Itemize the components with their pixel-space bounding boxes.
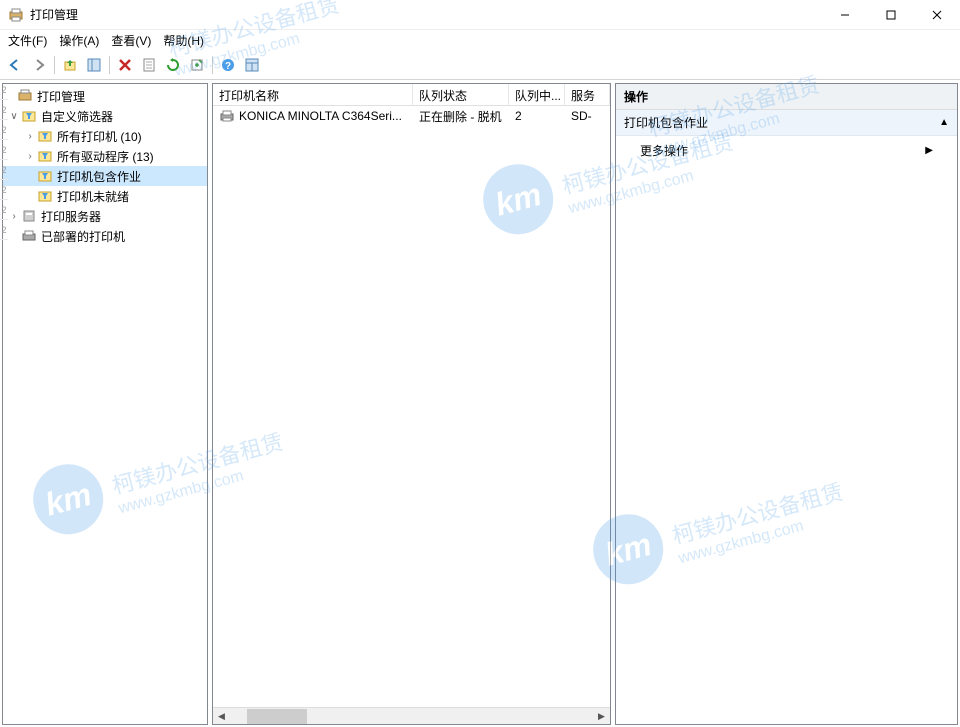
- cell-server: SD-: [565, 107, 610, 125]
- tree-deployed-printers[interactable]: › 已部署的打印机: [3, 226, 207, 246]
- list-header: 打印机名称 队列状态 队列中... 服务: [213, 84, 610, 106]
- delete-button[interactable]: [114, 54, 136, 76]
- help-button[interactable]: ?: [217, 54, 239, 76]
- printer-icon: [21, 228, 37, 244]
- actions-group[interactable]: 打印机包含作业 ▲: [616, 110, 957, 136]
- menu-view[interactable]: 查看(V): [111, 32, 151, 49]
- list-pane: 打印机名称 队列状态 队列中... 服务 KONICA MINOLTA C364…: [212, 83, 611, 725]
- col-queue-count[interactable]: 队列中...: [509, 84, 565, 105]
- back-button[interactable]: [4, 54, 26, 76]
- cell-status: 正在删除 - 脱机: [413, 106, 509, 127]
- scroll-thumb[interactable]: [247, 709, 307, 724]
- printer-mgmt-icon: [8, 7, 24, 23]
- filter-icon: [37, 148, 53, 164]
- svg-text:?: ?: [225, 61, 231, 72]
- export-list-button[interactable]: [186, 54, 208, 76]
- properties-button[interactable]: [138, 54, 160, 76]
- menu-file[interactable]: 文件(F): [8, 32, 47, 49]
- tree-print-servers[interactable]: › 打印服务器: [3, 206, 207, 226]
- printer-icon: [219, 108, 235, 124]
- scroll-right-icon[interactable]: ▶: [593, 708, 610, 725]
- view-options-button[interactable]: [241, 54, 263, 76]
- printer-mgmt-icon: [17, 88, 33, 104]
- forward-button[interactable]: [28, 54, 50, 76]
- titlebar: 打印管理: [0, 0, 960, 30]
- chevron-right-icon: ▶: [925, 145, 933, 156]
- tree-printers-not-ready[interactable]: › 打印机未就绪: [3, 186, 207, 206]
- col-server[interactable]: 服务: [565, 84, 610, 105]
- actions-pane: 操作 打印机包含作业 ▲ 更多操作 ▶: [615, 83, 958, 725]
- toolbar: ?: [0, 50, 960, 80]
- window-title: 打印管理: [30, 6, 822, 23]
- close-button[interactable]: [914, 0, 960, 30]
- actions-more[interactable]: 更多操作 ▶: [616, 136, 957, 165]
- cell-count: 2: [509, 107, 565, 125]
- col-queue-status[interactable]: 队列状态: [413, 84, 509, 105]
- menu-action[interactable]: 操作(A): [59, 32, 99, 49]
- minimize-button[interactable]: [822, 0, 868, 30]
- refresh-button[interactable]: [162, 54, 184, 76]
- collapse-icon[interactable]: ▲: [939, 117, 949, 128]
- filter-icon: [37, 188, 53, 204]
- horizontal-scrollbar[interactable]: ◀ ▶: [213, 707, 610, 724]
- actions-header: 操作: [616, 84, 957, 110]
- filter-icon: [37, 168, 53, 184]
- tree-printers-with-jobs[interactable]: › 打印机包含作业: [3, 166, 207, 186]
- tree-custom-filters[interactable]: ∨ 自定义筛选器: [3, 106, 207, 126]
- col-printer-name[interactable]: 打印机名称: [213, 84, 413, 105]
- ruler-strip: 22222222: [0, 80, 8, 727]
- filter-icon: [37, 128, 53, 144]
- show-hide-tree-button[interactable]: [83, 54, 105, 76]
- scroll-left-icon[interactable]: ◀: [213, 708, 230, 725]
- menubar: 文件(F) 操作(A) 查看(V) 帮助(H): [0, 30, 960, 50]
- tree-root[interactable]: ▸ 打印管理: [3, 86, 207, 106]
- maximize-button[interactable]: [868, 0, 914, 30]
- list-row[interactable]: KONICA MINOLTA C364Seri... 正在删除 - 脱机 2 S…: [213, 106, 610, 126]
- server-icon: [21, 208, 37, 224]
- tree-all-printers[interactable]: › 所有打印机 (10): [3, 126, 207, 146]
- tree-all-drivers[interactable]: › 所有驱动程序 (13): [3, 146, 207, 166]
- menu-help[interactable]: 帮助(H): [163, 32, 204, 49]
- tree-pane[interactable]: ▸ 打印管理 ∨ 自定义筛选器 › 所有打印机 (10) › 所有驱动程序 (: [2, 83, 208, 725]
- list-body[interactable]: KONICA MINOLTA C364Seri... 正在删除 - 脱机 2 S…: [213, 106, 610, 707]
- up-button[interactable]: [59, 54, 81, 76]
- cell-name: KONICA MINOLTA C364Seri...: [239, 109, 402, 123]
- filter-folder-icon: [21, 108, 37, 124]
